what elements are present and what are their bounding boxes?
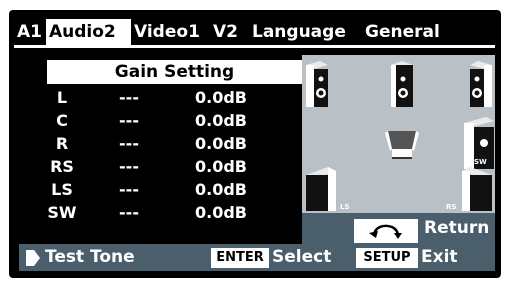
tab-a1[interactable]: A1 (14, 19, 46, 45)
front-left-speaker-icon (306, 61, 328, 107)
tab-general[interactable]: General (362, 19, 445, 45)
gain-row-ls[interactable]: LS --- 0.0dB (19, 179, 302, 201)
gain-value: 0.0dB (195, 180, 247, 199)
channel-label: SW (47, 203, 77, 222)
gain-value: 0.0dB (195, 134, 247, 153)
gain-row-c[interactable]: C --- 0.0dB (19, 110, 302, 132)
exit-label: Exit (421, 247, 458, 267)
ls-label: LS (340, 203, 350, 211)
enter-key[interactable]: ENTER (211, 248, 269, 268)
pointer-arrow-icon (26, 250, 40, 266)
setup-key[interactable]: SETUP (356, 248, 418, 268)
channel-label: LS (51, 180, 73, 199)
gain-row-l[interactable]: L --- 0.0dB (19, 87, 302, 109)
return-arrow-icon (369, 224, 402, 239)
channel-dash: --- (119, 203, 139, 222)
tab-language[interactable]: Language (249, 19, 362, 45)
tab-underline (14, 45, 495, 48)
center-speaker-icon (391, 61, 413, 107)
channel-dash: --- (119, 111, 139, 130)
test-tone-button[interactable]: Test Tone (45, 244, 135, 271)
return-label: Return (424, 218, 490, 238)
gain-value: 0.0dB (195, 111, 247, 130)
gain-panel: Gain Setting L --- 0.0dB C --- 0.0dB R -… (19, 55, 313, 243)
select-label: Select (272, 247, 332, 267)
sw-label: SW (474, 158, 487, 166)
gain-row-sw[interactable]: SW --- 0.0dB (19, 202, 302, 224)
channel-dash: --- (119, 180, 139, 199)
channel-label: RS (50, 157, 74, 176)
tab-v2[interactable]: V2 (210, 19, 249, 45)
gain-setting-header: Gain Setting (47, 60, 302, 84)
tab-audio2[interactable]: Audio2 (46, 19, 131, 45)
channel-label: C (56, 111, 68, 130)
listener-seat-icon (385, 131, 419, 159)
channel-label: L (56, 88, 68, 107)
front-right-speaker-icon (470, 61, 492, 107)
right-surround-speaker-icon (462, 167, 492, 211)
gain-value: 0.0dB (195, 157, 247, 176)
bottom-bar: Test Tone ENTER Select SETUP Exit (19, 244, 495, 271)
channel-dash: --- (119, 157, 139, 176)
gain-value: 0.0dB (195, 88, 247, 107)
channel-dash: --- (119, 88, 139, 107)
return-key[interactable] (354, 219, 418, 243)
rs-label: RS (446, 203, 457, 211)
left-surround-speaker-icon (306, 167, 336, 211)
channel-label: R (55, 134, 69, 153)
channel-dash: --- (119, 134, 139, 153)
tab-video1[interactable]: Video1 (131, 19, 210, 45)
gain-value: 0.0dB (195, 203, 247, 222)
gain-row-r[interactable]: R --- 0.0dB (19, 133, 302, 155)
speaker-layout-panel: SW LS RS (302, 55, 495, 213)
gain-row-rs[interactable]: RS --- 0.0dB (19, 156, 302, 178)
